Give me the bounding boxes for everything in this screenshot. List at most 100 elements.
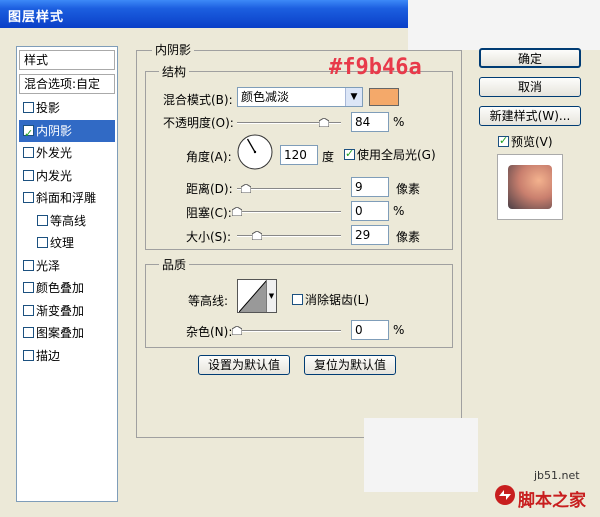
style-item-checkbox[interactable]: [23, 147, 34, 158]
opacity-slider-thumb[interactable]: [319, 118, 330, 127]
blending-options-item[interactable]: 混合选项:自定: [19, 74, 115, 94]
antialias-checkbox[interactable]: 消除锯齿(L): [292, 291, 369, 308]
style-item[interactable]: 内发光: [19, 165, 115, 187]
style-item-label: 外发光: [36, 146, 73, 160]
style-item-checkbox[interactable]: [23, 192, 34, 203]
style-item[interactable]: 颜色叠加: [19, 277, 115, 299]
color-annotation: #f9b46a: [329, 55, 422, 80]
noise-slider-thumb[interactable]: [232, 326, 242, 335]
structure-label: 结构: [159, 63, 190, 80]
choke-input[interactable]: 0: [351, 201, 389, 221]
new-style-button[interactable]: 新建样式(W)...: [479, 106, 581, 126]
blend-mode-label: 混合模式(B):: [163, 93, 233, 107]
distance-slider-thumb[interactable]: [241, 184, 252, 193]
opacity-unit: %: [393, 115, 405, 129]
set-default-button[interactable]: 设置为默认值: [198, 355, 290, 375]
size-slider-thumb[interactable]: [251, 231, 262, 240]
angle-label: 角度(A):: [186, 150, 232, 164]
size-input[interactable]: 29: [351, 225, 389, 245]
style-item-checkbox[interactable]: [37, 214, 48, 226]
style-item[interactable]: 投影: [19, 97, 115, 119]
style-item[interactable]: 描边: [19, 345, 115, 367]
quality-label: 品质: [159, 256, 190, 273]
style-item[interactable]: 内阴影: [19, 119, 115, 145]
noise-label: 杂色(N):: [186, 325, 233, 339]
contour-picker[interactable]: ▼: [237, 279, 277, 313]
style-item-label: 内阴影: [36, 123, 73, 138]
contour-dropdown-icon[interactable]: ▼: [266, 280, 276, 312]
noise-input[interactable]: 0: [351, 320, 389, 340]
cancel-button[interactable]: 取消: [479, 77, 581, 97]
style-item[interactable]: 等高线: [19, 210, 115, 232]
opacity-label: 不透明度(O):: [163, 116, 234, 130]
style-item[interactable]: 光泽: [19, 255, 115, 277]
style-preview: [497, 154, 563, 220]
distance-label: 距离(D):: [186, 182, 233, 196]
inner-shadow-title: 内阴影: [152, 41, 195, 58]
size-unit: 像素: [396, 230, 421, 244]
ok-button[interactable]: 确定: [479, 48, 581, 68]
style-item[interactable]: 纹理: [19, 232, 115, 254]
choke-slider-track[interactable]: [237, 211, 341, 213]
style-item[interactable]: 图案叠加: [19, 322, 115, 344]
chevron-down-icon[interactable]: ▼: [345, 88, 362, 106]
global-light-label: 使用全局光(G): [357, 148, 436, 162]
style-item-checkbox[interactable]: [23, 304, 34, 316]
style-item-label: 图案叠加: [36, 326, 85, 340]
style-item[interactable]: 渐变叠加: [19, 300, 115, 322]
angle-unit: 度: [322, 150, 335, 164]
contour-preview-icon: [239, 280, 267, 312]
style-item[interactable]: 斜面和浮雕: [19, 187, 115, 209]
global-light-check-icon[interactable]: [344, 147, 355, 160]
blend-mode-select[interactable]: 颜色减淡 ▼: [237, 87, 363, 107]
style-list-header[interactable]: 样式: [19, 50, 115, 70]
style-item-label: 描边: [36, 348, 61, 363]
preview-check-icon[interactable]: [498, 134, 509, 147]
style-list: 样式 混合选项:自定 投影内阴影外发光内发光斜面和浮雕等高线纹理光泽颜色叠加渐变…: [16, 46, 118, 502]
shadow-color-swatch[interactable]: [369, 88, 399, 106]
window-title: 图层样式: [8, 10, 65, 25]
watermark-logo-icon: [495, 485, 515, 505]
choke-label: 阻塞(C):: [186, 206, 232, 220]
style-item-checkbox[interactable]: [23, 282, 34, 293]
noise-unit: %: [393, 323, 405, 337]
contour-label: 等高线:: [188, 294, 229, 308]
preview-label: 预览(V): [511, 135, 553, 149]
choke-unit: %: [393, 204, 405, 218]
style-item[interactable]: 外发光: [19, 142, 115, 164]
redacted-bottom: [364, 418, 478, 492]
global-light-checkbox[interactable]: 使用全局光(G): [344, 146, 436, 163]
noise-slider-track[interactable]: [237, 330, 341, 332]
style-item-label: 渐变叠加: [36, 303, 85, 318]
distance-input[interactable]: 9: [351, 177, 389, 197]
style-item-label: 投影: [36, 101, 61, 115]
redacted-area: [408, 0, 600, 50]
style-item-label: 纹理: [50, 236, 75, 250]
style-item-label: 光泽: [36, 258, 61, 273]
angle-input[interactable]: 120: [280, 145, 318, 165]
opacity-input[interactable]: 84: [351, 112, 389, 132]
preview-swatch: [508, 165, 552, 209]
style-item-checkbox[interactable]: [23, 123, 34, 145]
preview-checkbox[interactable]: 预览(V): [498, 133, 553, 150]
distance-slider-track[interactable]: [237, 188, 341, 190]
style-item-label: 斜面和浮雕: [36, 191, 97, 205]
antialias-check-icon[interactable]: [292, 294, 303, 305]
style-item-label: 颜色叠加: [36, 281, 85, 295]
style-item-label: 内发光: [36, 168, 73, 183]
layer-style-dialog: 图层样式 样式 混合选项:自定 投影内阴影外发光内发光斜面和浮雕等高线纹理光泽颜…: [0, 0, 600, 517]
watermark-brand: 脚本之家: [518, 491, 586, 511]
blend-mode-value: 颜色减淡: [241, 90, 290, 104]
style-item-checkbox[interactable]: [37, 237, 48, 248]
choke-slider-thumb[interactable]: [232, 207, 242, 216]
antialias-label: 消除锯齿(L): [305, 293, 370, 307]
style-item-checkbox[interactable]: [23, 102, 34, 113]
distance-unit: 像素: [396, 182, 421, 196]
style-item-checkbox[interactable]: [23, 327, 34, 338]
size-label: 大小(S):: [186, 230, 232, 244]
style-item-checkbox[interactable]: [23, 349, 34, 361]
style-item-checkbox[interactable]: [23, 259, 34, 271]
style-item-checkbox[interactable]: [23, 169, 34, 181]
reset-default-button[interactable]: 复位为默认值: [304, 355, 396, 375]
angle-dial[interactable]: [236, 133, 274, 171]
